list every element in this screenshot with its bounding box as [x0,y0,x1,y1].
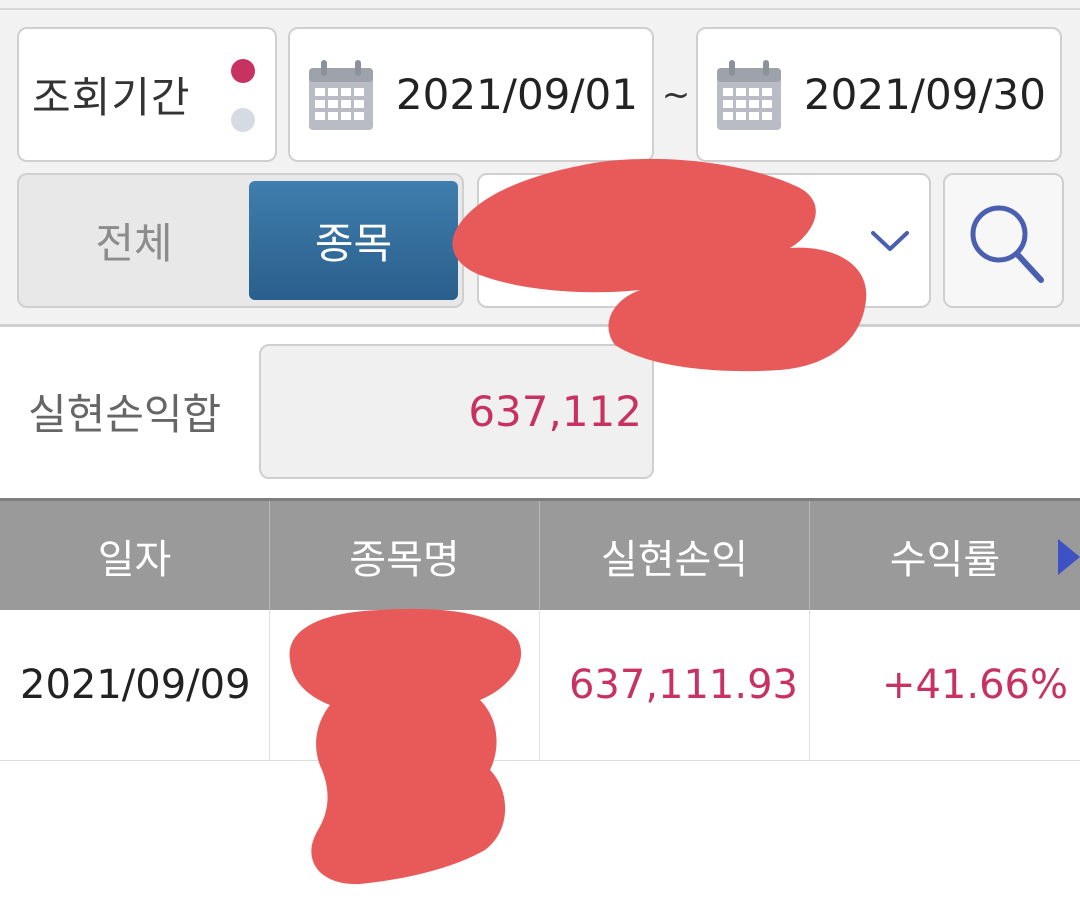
date-range-separator: ~ [661,74,691,115]
chevron-down-icon [871,231,909,251]
top-divider [0,8,1080,10]
period-label: 조회기간 [32,73,191,122]
end-date-field[interactable]: 2021/09/30 [696,27,1062,162]
filter-stock-button[interactable]: 종목 [249,181,458,300]
cell-realized-pnl: 637,111.93 [568,662,798,708]
summary-value: 637,112 [468,387,642,436]
table-header: 일자 종목명 실현손익 수익률 [0,498,1080,610]
cell-date: 2021/09/09 [20,662,251,708]
start-date-field[interactable]: 2021/09/01 [288,27,654,162]
end-date-value: 2021/09/30 [803,70,1046,119]
filter-segment: 전체 종목 [17,173,464,308]
search-button[interactable] [943,173,1064,308]
cell-stock-name [270,610,539,760]
header-stock-name: 종목명 [349,536,460,583]
summary-value-box: 637,112 [259,344,654,479]
start-date-value: 2021/09/01 [395,70,638,119]
filter-all-button[interactable]: 전체 [19,175,249,306]
search-icon [970,205,1044,283]
header-return-rate: 수익률 [889,536,1001,583]
period-indicator-inactive [231,108,255,132]
cell-return-rate: +41.66% [881,662,1068,708]
period-indicator-active [231,59,255,83]
table-row[interactable]: 2021/09/09 637,111.93 +41.66% [0,610,1080,761]
stock-select[interactable] [477,173,931,308]
header-date: 일자 [97,536,172,583]
calendar-icon [309,60,373,130]
period-toggle[interactable]: 조회기간 [17,27,277,162]
scroll-right-arrow-icon[interactable] [1056,537,1080,577]
calendar-icon [717,60,781,130]
summary-label: 실현손익합 [28,390,222,439]
header-realized-pnl: 실현손익 [600,536,749,583]
